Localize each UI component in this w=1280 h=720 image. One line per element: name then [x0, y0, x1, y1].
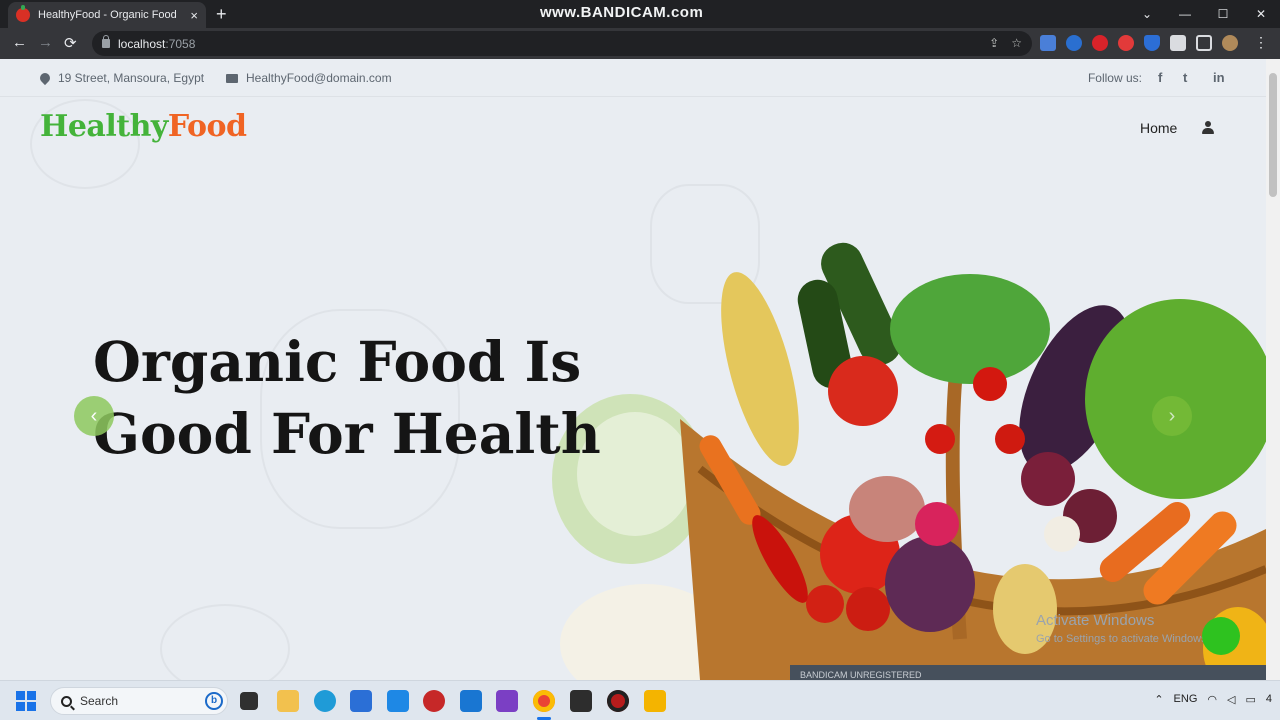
app-icon[interactable]: [644, 690, 666, 712]
profile-avatar[interactable]: [1222, 35, 1238, 51]
adblock-extension-icon[interactable]: [1118, 35, 1134, 51]
follow-label: Follow us:: [1087, 71, 1142, 85]
notification-count[interactable]: 4: [1266, 693, 1272, 706]
extensions-area: [1040, 35, 1238, 51]
record-extension-icon[interactable]: [1092, 35, 1108, 51]
bandicam-toolbar: BANDICAM UNREGISTERED: [790, 665, 1266, 680]
lettuce-shape: [890, 274, 1050, 384]
tab-search-chevron-icon[interactable]: ⌄: [1128, 0, 1166, 28]
onion-shape: [1021, 452, 1075, 506]
vscode-icon[interactable]: [460, 690, 482, 712]
lock-icon[interactable]: [102, 35, 110, 48]
activate-windows-watermark: Activate Windows Go to Settings to activ…: [1036, 612, 1210, 645]
bookmark-star-icon[interactable]: ☆: [1011, 36, 1022, 50]
translate-extension-icon[interactable]: [1040, 35, 1056, 51]
file-explorer-icon[interactable]: [277, 690, 299, 712]
puzzle-extensions-icon[interactable]: [1170, 35, 1186, 51]
address-info: 19 Street, Mansoura, Egypt: [37, 70, 205, 86]
logo-healthy: Healthy: [40, 109, 168, 144]
envelope-icon: [226, 73, 238, 83]
window-controls: ⌄ — ☐ ✕: [1128, 0, 1280, 28]
bandicam-label: BANDICAM UNREGISTERED: [800, 670, 922, 680]
address-bar[interactable]: localhost :7058 ⇪ ☆: [92, 31, 1032, 56]
edge-icon[interactable]: [314, 690, 336, 712]
tomato-shape: [806, 585, 844, 623]
bing-icon[interactable]: b: [205, 692, 223, 710]
side-panel-icon[interactable]: [1196, 35, 1212, 51]
user-icon[interactable]: [1202, 121, 1214, 134]
email-text: HealthyFood@domain.com: [246, 71, 392, 85]
carousel-next-button[interactable]: ›: [1152, 396, 1192, 436]
page-scrollbar[interactable]: [1266, 59, 1280, 680]
browser-titlebar: HealthyFood - Organic Food We × + www.BA…: [0, 0, 1280, 28]
minimize-button[interactable]: —: [1166, 0, 1204, 28]
cherry-tomato-shape: [973, 367, 1007, 401]
windows-taskbar: Search b ⌃ ENG ◠ ◁ ▭ 4: [0, 680, 1280, 720]
search-placeholder: Search: [80, 694, 119, 708]
close-window-button[interactable]: ✕: [1242, 0, 1280, 28]
task-view-icon[interactable]: [240, 692, 258, 710]
cherry-tomato-shape: [995, 424, 1025, 454]
share-icon[interactable]: ⇪: [989, 36, 999, 50]
terminal-icon[interactable]: [570, 690, 592, 712]
battery-icon[interactable]: ▭: [1245, 693, 1255, 706]
url-port: :7058: [165, 36, 196, 51]
diamond-extension-icon[interactable]: [1066, 35, 1082, 51]
wifi-icon[interactable]: ◠: [1207, 693, 1217, 706]
facebook-icon[interactable]: f: [1158, 70, 1162, 85]
bandicam-icon[interactable]: [607, 690, 629, 712]
nav-home-link[interactable]: Home: [1140, 120, 1177, 136]
background-doodle: [160, 604, 290, 680]
forward-button[interactable]: →: [38, 34, 53, 51]
activate-subtitle: Go to Settings to activate Windows.: [1036, 633, 1210, 645]
logo-food: Food: [167, 109, 247, 144]
tomato-shape: [846, 587, 890, 631]
volume-icon[interactable]: ◁: [1227, 693, 1235, 706]
activate-title: Activate Windows: [1036, 612, 1155, 629]
app-icon[interactable]: [387, 690, 409, 712]
chat-bubble-button[interactable]: [1202, 617, 1240, 655]
back-button[interactable]: ←: [12, 34, 27, 51]
bandicam-watermark: www.BANDICAM.com: [540, 4, 704, 21]
potato-shape: [849, 476, 925, 542]
tomato-favicon-icon: [16, 5, 30, 22]
cherry-tomato-shape: [925, 424, 955, 454]
site-logo[interactable]: HealthyFood: [40, 109, 247, 144]
store-icon[interactable]: [350, 690, 372, 712]
chrome-icon[interactable]: [533, 690, 555, 712]
web-page: 19 Street, Mansoura, Egypt HealthyFood@d…: [0, 59, 1266, 680]
scrollbar-thumb[interactable]: [1269, 73, 1277, 197]
search-icon: [61, 695, 72, 707]
linkedin-icon[interactable]: in: [1213, 70, 1225, 85]
omnibox-actions: ⇪ ☆: [989, 36, 1022, 50]
url-host: localhost: [118, 36, 166, 51]
recorder-app-icon[interactable]: [423, 690, 445, 712]
twitter-icon[interactable]: t: [1183, 70, 1187, 85]
shield-extension-icon[interactable]: [1144, 35, 1160, 51]
email-info: HealthyFood@domain.com: [226, 71, 392, 85]
new-tab-button[interactable]: +: [216, 4, 227, 25]
maximize-button[interactable]: ☐: [1204, 0, 1242, 28]
contact-topbar: 19 Street, Mansoura, Egypt HealthyFood@d…: [0, 59, 1266, 97]
tomato-shape: [828, 356, 898, 426]
browser-tab[interactable]: HealthyFood - Organic Food We ×: [8, 2, 206, 28]
red-cabbage-shape: [885, 536, 975, 632]
system-tray: ⌃ ENG ◠ ◁ ▭ 4: [1154, 693, 1272, 706]
visual-studio-icon[interactable]: [496, 690, 518, 712]
hero-title: Organic Food Is Good For Health: [93, 329, 601, 466]
carousel-prev-button[interactable]: ‹: [74, 396, 114, 436]
reload-button[interactable]: ⟳: [64, 34, 77, 52]
tray-chevron-icon[interactable]: ⌃: [1154, 693, 1163, 706]
address-text: 19 Street, Mansoura, Egypt: [58, 71, 205, 85]
tab-close-icon[interactable]: ×: [190, 8, 198, 23]
map-pin-icon: [37, 70, 53, 86]
garlic-shape: [1044, 516, 1080, 552]
browser-toolbar: ← → ⟳ localhost :7058 ⇪ ☆ ⋮: [0, 28, 1280, 59]
windows-start-icon[interactable]: [16, 691, 36, 711]
language-indicator[interactable]: ENG: [1174, 693, 1198, 706]
browser-menu-icon[interactable]: ⋮: [1254, 34, 1268, 51]
tab-title: HealthyFood - Organic Food We: [38, 9, 178, 21]
radish-shape: [915, 502, 959, 546]
taskbar-search[interactable]: Search b: [50, 687, 228, 715]
